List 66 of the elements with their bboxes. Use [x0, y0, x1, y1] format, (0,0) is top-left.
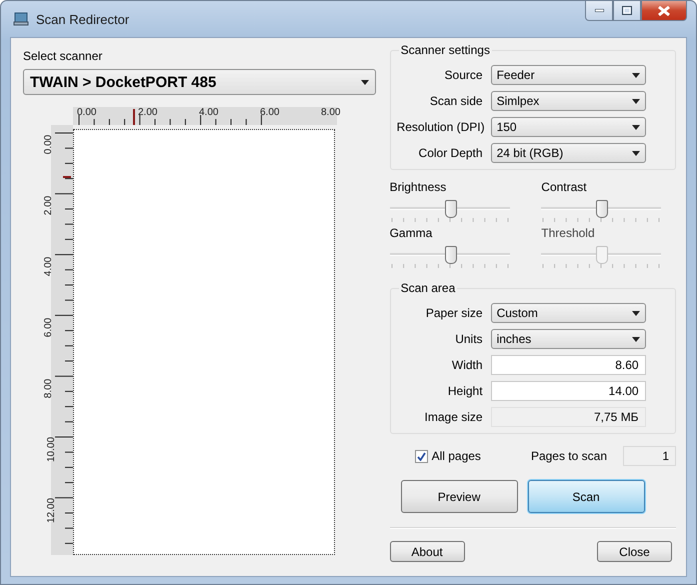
caret-icon [360, 80, 369, 84]
caret-icon [632, 336, 640, 342]
ruler-label: 2.00 [43, 196, 54, 216]
ruler-label: 12.00 [46, 498, 58, 524]
minimize-button[interactable] [585, 1, 613, 21]
slider-label: Brightness [390, 180, 448, 194]
caret-icon [632, 124, 640, 130]
ruler-label: 8.00 [321, 107, 340, 118]
position-marker [63, 176, 71, 178]
action-button[interactable]: Preview [400, 480, 518, 513]
pages-label: Pages to scan [530, 449, 607, 463]
caret-icon [632, 72, 640, 78]
window-title: Scan Redirector [36, 12, 130, 26]
scanner-icon [13, 11, 29, 27]
caret-icon [632, 98, 640, 104]
checkbox-label: All pages [432, 449, 481, 463]
ruler-label: 0.00 [77, 107, 96, 118]
input-field[interactable]: 8.60 [490, 355, 646, 375]
slider-thumb[interactable] [444, 246, 457, 264]
field-label: Resolution (DPI) [396, 120, 483, 134]
footer-button[interactable]: Close [597, 541, 672, 562]
maximize-button[interactable] [613, 1, 641, 21]
field-label: Units [454, 332, 483, 346]
field-label: Width [450, 358, 483, 372]
dropdown[interactable]: inches [490, 329, 646, 349]
dropdown[interactable]: Feeder [490, 65, 646, 85]
maximize-icon [622, 6, 632, 15]
dropdown[interactable]: Simlpex [490, 91, 646, 111]
ruler-label: 10.00 [46, 436, 58, 462]
ruler-label: 8.00 [43, 378, 54, 398]
footer-button[interactable]: About [390, 541, 465, 562]
ruler-label: 6.00 [43, 318, 54, 338]
field-label: Scan side [428, 94, 483, 108]
minimize-icon [594, 9, 604, 12]
position-marker [133, 109, 135, 125]
ruler-label: 2.00 [138, 107, 158, 118]
action-button[interactable]: Scan [528, 480, 645, 513]
ruler-label: 6.00 [260, 107, 280, 118]
dropdown[interactable]: Custom [490, 303, 646, 323]
dropdown[interactable]: 150 [490, 117, 646, 137]
field-label: Height [446, 384, 483, 398]
close-icon [658, 6, 670, 16]
slider-label: Threshold [541, 226, 596, 240]
scanner-dropdown[interactable]: TWAIN > DocketPORT 485 [23, 69, 376, 95]
close-button[interactable] [641, 1, 687, 21]
field-label: Paper size [424, 306, 483, 320]
input-field[interactable]: 14.00 [490, 381, 646, 401]
field-label: Color Depth [418, 146, 483, 160]
slider-label: Gamma [390, 226, 434, 240]
slider-thumb[interactable] [444, 200, 457, 218]
field-label: Image size [424, 410, 483, 424]
group-title: Scanner settings [398, 43, 492, 57]
group-title: Scan area [398, 281, 458, 295]
slider-thumb[interactable] [596, 200, 608, 218]
caret-icon [632, 150, 640, 156]
field-label: Source [444, 68, 483, 82]
ruler-label: 4.00 [199, 107, 218, 118]
readonly-field: 7,75 МБ [490, 407, 646, 427]
slider-label: Contrast [541, 180, 588, 194]
all-pages-checkbox[interactable] [414, 450, 428, 462]
ruler-label: 0.00 [43, 134, 54, 154]
ruler-label: 4.00 [43, 256, 54, 276]
dropdown[interactable]: 24 bit (RGB) [490, 143, 646, 163]
scanner-label: Select scanner [23, 49, 104, 63]
pages-field[interactable]: 1 [623, 446, 676, 466]
caret-icon [632, 310, 640, 316]
